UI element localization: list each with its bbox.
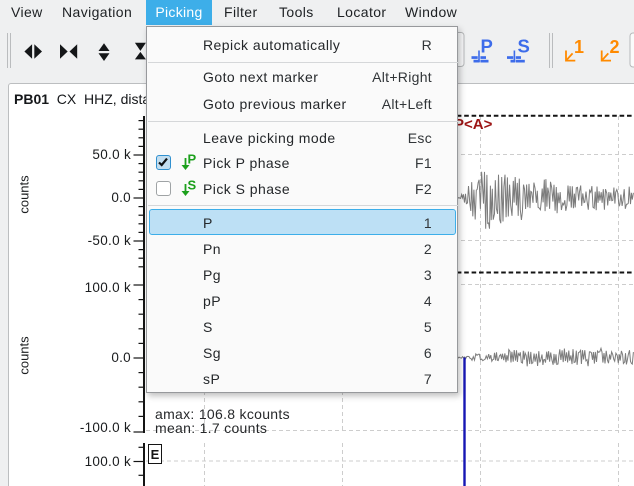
svg-text:S: S: [518, 36, 530, 57]
svg-text:2: 2: [610, 37, 620, 57]
svg-text:S: S: [188, 178, 197, 193]
svg-text:1: 1: [574, 37, 584, 57]
svg-text:P: P: [481, 36, 493, 57]
svg-text:P: P: [188, 152, 197, 167]
